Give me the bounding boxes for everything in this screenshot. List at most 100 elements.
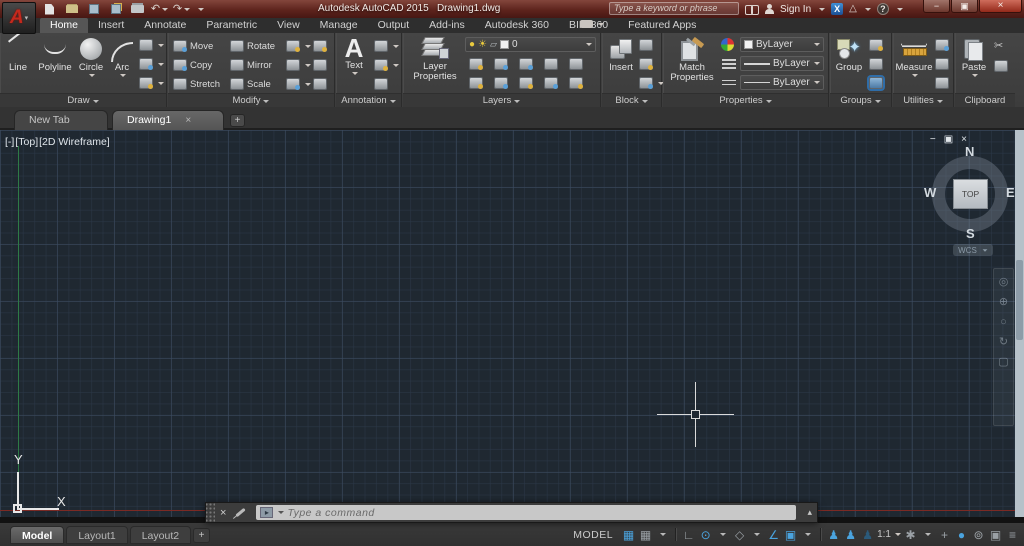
layer-select-dropdown[interactable]: ● ☀ ▱ 0 [465, 37, 596, 52]
group-button[interactable]: ✦ Group [833, 36, 865, 73]
sign-in-button[interactable]: Sign In [780, 4, 811, 15]
viewcube-west[interactable]: W [924, 185, 936, 200]
measure-button[interactable]: Measure [895, 36, 933, 77]
command-close-icon[interactable]: × [215, 507, 231, 519]
save-as-button[interactable] [108, 3, 123, 16]
tab-add-ins[interactable]: Add-ins [419, 18, 475, 33]
move-button[interactable]: Move [173, 40, 213, 52]
circle-button[interactable]: Circle [76, 36, 106, 77]
viewcube-south[interactable]: S [966, 226, 975, 241]
open-file-button[interactable] [64, 3, 79, 16]
insert-button[interactable]: Insert [606, 36, 636, 73]
ortho-toggle[interactable]: ∟ [681, 526, 696, 543]
orbit-icon[interactable]: ↻ [999, 337, 1008, 348]
annotation-scale-icon[interactable]: ♟ [860, 526, 875, 543]
viewport-visual-style-menu[interactable]: [2D Wireframe] [39, 136, 110, 148]
panel-label-groups[interactable]: Groups [830, 93, 891, 107]
copy-button[interactable]: Copy [173, 59, 212, 71]
viewport-control-menu[interactable]: [-] [5, 136, 14, 148]
drawing-restore-icon[interactable]: ▣ [944, 134, 953, 145]
arc-button[interactable]: Arc [109, 36, 135, 77]
tab-manage[interactable]: Manage [310, 18, 368, 33]
annotation-autoscale-toggle[interactable]: ♟ [843, 526, 858, 543]
help-search-input[interactable]: Type a keyword or phrase [609, 2, 739, 15]
panel-label-utilities[interactable]: Utilities [893, 93, 953, 107]
tab-insert[interactable]: Insert [88, 18, 134, 33]
erase-button[interactable] [313, 40, 327, 52]
isodraft-toggle[interactable]: ◇ [732, 526, 747, 543]
search-icon[interactable] [745, 4, 759, 15]
edit-attributes-button[interactable] [639, 77, 664, 89]
offset-button[interactable] [313, 78, 327, 90]
qat-customize-caret[interactable] [198, 7, 204, 11]
panel-label-draw[interactable]: Draw [0, 93, 166, 107]
tab-view[interactable]: View [267, 18, 310, 33]
paste-button[interactable]: Paste [959, 36, 989, 77]
viewcube-north[interactable]: N [965, 144, 974, 159]
wcs-dropdown[interactable]: WCS [953, 244, 993, 256]
file-tab-drawing1[interactable]: Drawing1 × [112, 110, 224, 130]
polar-tracking-toggle[interactable]: ⊙ [698, 526, 713, 543]
mirror-button[interactable]: Mirror [230, 59, 272, 71]
annotation-scale-value[interactable]: 1:1 [877, 529, 901, 540]
redo-button[interactable]: ↷ [173, 3, 191, 16]
layer-on-all-button[interactable] [469, 77, 483, 89]
communication-center-icon[interactable]: △ [849, 3, 857, 15]
ribbon-display-toggle[interactable] [580, 20, 604, 28]
group-edit-button[interactable] [869, 58, 883, 70]
explode-button[interactable] [313, 59, 327, 71]
show-motion-icon[interactable]: ▢ [998, 357, 1008, 368]
viewcube-top-face[interactable]: TOP [953, 179, 988, 209]
tab-featured-apps[interactable]: Featured Apps [618, 18, 706, 33]
ungroup-button[interactable] [869, 39, 883, 51]
help-caret[interactable] [896, 7, 903, 11]
command-options-caret[interactable] [278, 511, 285, 514]
grid-display-toggle[interactable]: ▦ [621, 526, 636, 543]
workspace-caret[interactable] [920, 526, 935, 543]
tab-home[interactable]: Home [40, 18, 89, 33]
edit-block-button[interactable] [639, 58, 653, 70]
layer-unlock-button[interactable] [544, 77, 558, 89]
drawing-canvas[interactable]: [-] [Top] [2D Wireframe] − ▣ × Y X N S W… [0, 130, 1015, 517]
snap-mode-toggle[interactable]: ▦ [638, 526, 653, 543]
exchange-apps-icon[interactable]: X [831, 3, 844, 15]
pan-icon[interactable]: ⊕ [999, 297, 1008, 308]
cut-button[interactable]: ✂ [994, 39, 1003, 52]
undo-dropdown-caret[interactable] [162, 7, 169, 11]
layer-properties-button[interactable]: Layer Properties [409, 35, 461, 82]
rectangle-button[interactable] [139, 39, 164, 51]
layer-match-button[interactable] [569, 77, 583, 89]
clean-screen-button[interactable]: ▣ [988, 526, 1003, 543]
new-file-button[interactable] [42, 3, 57, 16]
table-button[interactable] [374, 78, 388, 90]
layout-tab-layout2[interactable]: Layout2 [129, 526, 192, 544]
tab-annotate[interactable]: Annotate [134, 18, 196, 33]
hatch-button[interactable] [139, 77, 164, 89]
panel-label-block[interactable]: Block [602, 93, 661, 107]
save-button[interactable] [86, 3, 101, 16]
panel-label-properties[interactable]: Properties [663, 93, 828, 107]
copy-clip-button[interactable] [994, 60, 1008, 72]
application-menu-button[interactable]: A ▾ [2, 2, 36, 34]
polyline-button[interactable]: Polyline [36, 36, 74, 73]
isodraft-caret[interactable] [749, 526, 764, 543]
annotation-monitor-toggle[interactable]: + [937, 526, 952, 543]
layout-tab-layout1[interactable]: Layout1 [66, 526, 128, 544]
linetype-dropdown[interactable]: ByLayer [740, 75, 824, 90]
match-properties-button[interactable]: Match Properties [667, 36, 717, 83]
snap-caret[interactable] [655, 526, 670, 543]
file-tab-close-icon[interactable]: × [185, 115, 191, 126]
layout-tab-model[interactable]: Model [10, 526, 65, 544]
make-current-button[interactable] [569, 58, 583, 70]
file-tab-new[interactable]: New Tab [14, 110, 108, 130]
id-point-button[interactable] [935, 58, 949, 70]
sign-in-caret[interactable] [819, 7, 826, 11]
layer-isolate-button[interactable] [494, 58, 508, 70]
fillet-button[interactable] [286, 59, 311, 71]
new-layout-button[interactable]: + [193, 528, 211, 543]
tab-autodesk-360[interactable]: Autodesk 360 [475, 18, 559, 33]
model-space-button[interactable]: MODEL [573, 529, 613, 541]
command-line-grip[interactable] [206, 503, 215, 522]
ellipse-button[interactable] [139, 58, 164, 70]
drawing-minimize-icon[interactable]: − [930, 134, 936, 145]
